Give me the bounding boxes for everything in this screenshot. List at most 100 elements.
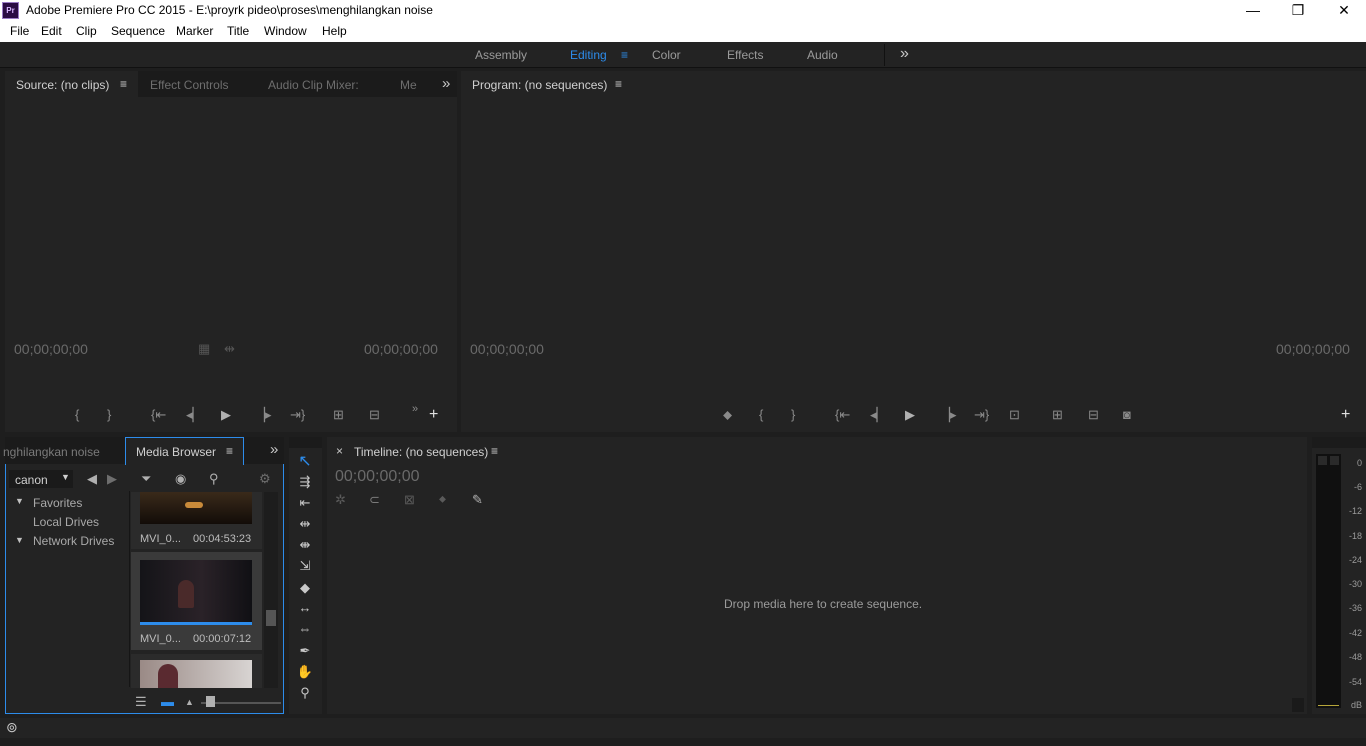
play-icon[interactable]: ▶ xyxy=(221,407,231,423)
program-mark-in-icon[interactable]: { xyxy=(759,407,763,423)
tree-local-drives[interactable]: Local Drives xyxy=(33,515,99,529)
file-type-filter-icon[interactable]: ⏷ xyxy=(141,471,151,487)
directory-viewer-icon[interactable]: ◉ xyxy=(175,471,186,487)
media-scrollbar-thumb[interactable] xyxy=(266,610,276,626)
menu-marker[interactable]: Marker xyxy=(176,24,213,38)
tab-project[interactable]: nghilangkan noise xyxy=(3,445,100,459)
source-buttons-overflow-icon[interactable]: » xyxy=(412,401,418,417)
go-to-out-icon[interactable]: ⇥} xyxy=(290,407,305,423)
media-panel-menu-icon[interactable]: ≡ xyxy=(226,444,233,458)
workspace-overflow-icon[interactable]: » xyxy=(900,45,909,63)
source-button-editor-icon[interactable]: + xyxy=(429,407,438,423)
trim-monitor-icon[interactable]: ⊡ xyxy=(1009,407,1020,423)
mark-out-icon[interactable]: } xyxy=(107,407,111,423)
mark-in-icon[interactable]: { xyxy=(75,407,79,423)
razor-tool-icon[interactable]: ◆ xyxy=(296,579,314,597)
program-step-back-icon[interactable]: ◂▏ xyxy=(870,407,887,423)
source-timecode-left[interactable]: 00;00;00;00 xyxy=(14,341,88,357)
workspace-assembly[interactable]: Assembly xyxy=(475,48,527,62)
workspace-effects[interactable]: Effects xyxy=(727,48,763,62)
favorites-expand-icon[interactable]: ▼ xyxy=(15,496,24,506)
list-view-icon[interactable]: ☰ xyxy=(135,694,147,710)
meter-clip-indicator-left[interactable] xyxy=(1318,456,1327,465)
timeline-marker-icon[interactable]: ⬥ xyxy=(439,492,446,508)
step-forward-icon[interactable]: ▕▸ xyxy=(255,407,272,423)
network-expand-icon[interactable]: ▼ xyxy=(15,535,24,545)
linked-selection-icon[interactable]: ⊠ xyxy=(404,492,415,508)
drag-audio-icon[interactable]: ⇹ xyxy=(224,341,235,357)
add-marker-icon[interactable]: ⬥ xyxy=(723,407,732,423)
forward-arrow-icon[interactable]: ▶ xyxy=(107,471,117,487)
timeline-close-icon[interactable]: × xyxy=(336,444,343,458)
drag-video-icon[interactable]: ▦ xyxy=(198,341,210,357)
workspace-color[interactable]: Color xyxy=(652,48,681,62)
tab-timeline[interactable]: Timeline: (no sequences) xyxy=(354,445,488,459)
program-button-editor-icon[interactable]: + xyxy=(1341,407,1350,423)
program-play-icon[interactable]: ▶ xyxy=(905,407,915,423)
drop-media-message[interactable]: Drop media here to create sequence. xyxy=(724,597,922,611)
track-select-tool-icon[interactable]: ⇶ xyxy=(296,473,314,491)
menu-sequence[interactable]: Sequence xyxy=(111,24,165,38)
zoom-tool-icon[interactable]: ⚲ xyxy=(296,684,314,702)
workspace-audio[interactable]: Audio xyxy=(807,48,838,62)
export-frame-icon[interactable]: ◙ xyxy=(1123,407,1131,423)
back-arrow-icon[interactable]: ◀ xyxy=(87,471,97,487)
rate-stretch-tool-icon[interactable]: ⇼ xyxy=(296,536,314,554)
timeline-settings-wrench-icon[interactable]: ✎ xyxy=(472,492,483,508)
rolling-edit-tool-icon[interactable]: ⇹ xyxy=(296,515,314,533)
maximize-button[interactable]: ❐ xyxy=(1275,0,1321,21)
workspace-menu-icon[interactable]: ≡ xyxy=(621,48,628,62)
program-step-forward-icon[interactable]: ▕▸ xyxy=(940,407,957,423)
menu-help[interactable]: Help xyxy=(322,24,347,38)
timeline-timecode[interactable]: 00;00;00;00 xyxy=(335,468,420,486)
tab-metadata[interactable]: Me xyxy=(400,78,417,92)
clip-item-3[interactable] xyxy=(131,654,262,688)
ingest-settings-icon[interactable]: ⚙ xyxy=(259,471,271,487)
menu-title[interactable]: Title xyxy=(227,24,249,38)
program-mark-out-icon[interactable]: } xyxy=(791,407,795,423)
minimize-button[interactable]: — xyxy=(1230,0,1276,21)
selection-tool-icon[interactable]: ↖ xyxy=(296,453,314,471)
pen-tool-icon[interactable]: ✒ xyxy=(296,642,314,660)
timeline-panel-menu-icon[interactable]: ≡ xyxy=(491,444,498,458)
insert-icon[interactable]: ⊞ xyxy=(333,407,344,423)
step-back-icon[interactable]: ◂▏ xyxy=(186,407,203,423)
overwrite-icon[interactable]: ⊟ xyxy=(369,407,380,423)
media-overflow-icon[interactable]: » xyxy=(270,441,278,458)
clip-item-2[interactable]: MVI_0... 00:00:07:12 xyxy=(131,552,262,650)
go-to-in-icon[interactable]: {⇤ xyxy=(151,407,166,423)
snap-icon[interactable]: ⊂ xyxy=(369,492,380,508)
tree-favorites[interactable]: Favorites xyxy=(33,496,82,510)
menu-file[interactable]: File xyxy=(10,24,29,38)
menu-clip[interactable]: Clip xyxy=(76,24,97,38)
program-timecode-left[interactable]: 00;00;00;00 xyxy=(470,341,544,357)
extract-icon[interactable]: ⊟ xyxy=(1088,407,1099,423)
slide-tool-icon[interactable]: ⇔ xyxy=(296,620,314,638)
source-panel-menu-icon[interactable]: ≡ xyxy=(120,77,127,91)
program-go-to-in-icon[interactable]: {⇤ xyxy=(835,407,850,423)
zoom-out-icon[interactable]: ▲ xyxy=(185,694,194,710)
workspace-editing[interactable]: Editing xyxy=(570,48,607,62)
search-icon[interactable]: ⚲ xyxy=(209,471,219,487)
program-go-to-out-icon[interactable]: ⇥} xyxy=(974,407,989,423)
clip-2-hover-scrub[interactable] xyxy=(140,622,252,625)
hand-tool-icon[interactable]: ✋ xyxy=(296,663,314,681)
icon-view-icon[interactable]: ▬ xyxy=(161,694,174,710)
slip-tool-icon[interactable]: ↔ xyxy=(296,599,314,617)
tab-audio-clip-mixer[interactable]: Audio Clip Mixer: xyxy=(268,78,359,92)
menu-edit[interactable]: Edit xyxy=(41,24,62,38)
ripple-edit-tool-icon[interactable]: ⇤ xyxy=(296,494,314,512)
source-overflow-icon[interactable]: » xyxy=(442,75,450,92)
tab-program[interactable]: Program: (no sequences) xyxy=(472,78,607,92)
media-scrollbar[interactable] xyxy=(264,492,278,688)
thumbnail-zoom-handle[interactable] xyxy=(206,696,215,707)
status-sync-icon[interactable]: ⊚ xyxy=(6,719,18,736)
nest-toggle-icon[interactable]: ✲ xyxy=(335,492,346,508)
lift-icon[interactable]: ⊞ xyxy=(1052,407,1063,423)
timeline-resize-corner[interactable] xyxy=(1292,698,1304,712)
tree-network-drives[interactable]: Network Drives xyxy=(33,534,114,548)
meter-clip-indicator-right[interactable] xyxy=(1330,456,1339,465)
menu-window[interactable]: Window xyxy=(264,24,307,38)
time-remap-tool-icon[interactable]: ⇲ xyxy=(296,557,314,575)
tab-effect-controls[interactable]: Effect Controls xyxy=(150,78,228,92)
